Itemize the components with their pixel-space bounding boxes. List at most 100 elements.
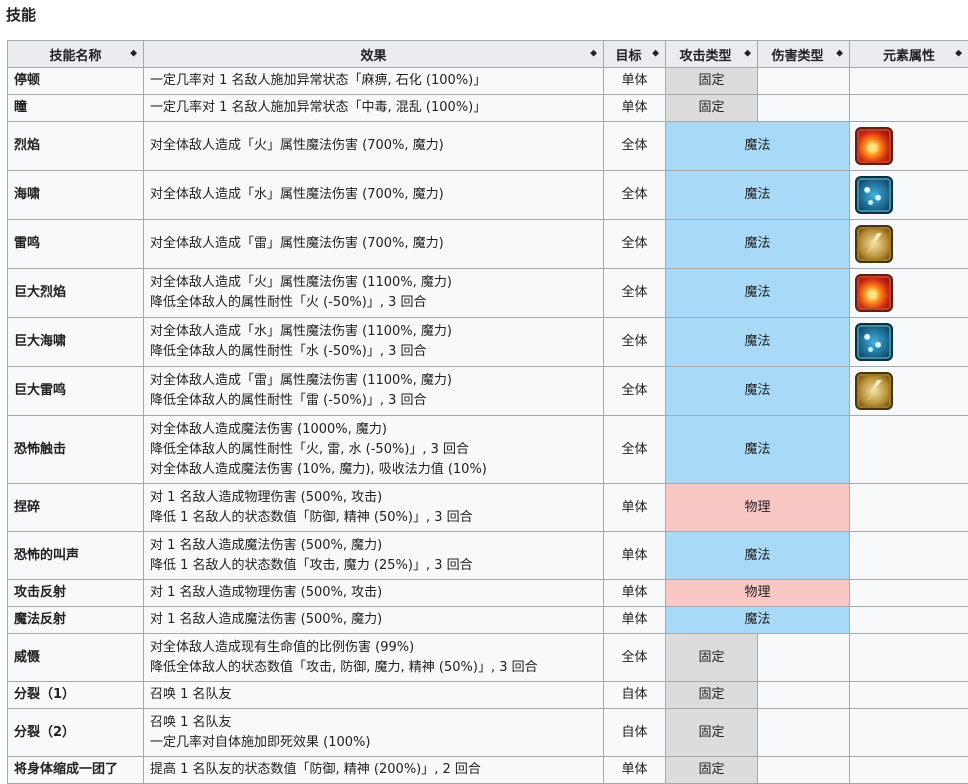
- target-cell: 单体: [603, 579, 666, 607]
- skill-name-cell: 海啸: [7, 170, 144, 220]
- skill-name-cell: 分裂（1）: [7, 681, 144, 709]
- effect-cell: 一定几率对 1 名敌人施加异常状态「中毒, 混乱 (100%)」: [143, 94, 604, 122]
- damage-type-cell: [757, 94, 850, 122]
- section-title: 技能: [6, 6, 37, 24]
- effect-cell: 召唤 1 名队友 一定几率对自体施加即死效果 (100%): [143, 708, 604, 757]
- effect-line: 对全体敌人造成「雷」属性魔法伤害 (1100%, 魔力): [150, 373, 452, 388]
- table-row: 烈焰 对全体敌人造成「火」属性魔法伤害 (700%, 魔力) 全体 魔法: [7, 121, 968, 171]
- effect-line: 对全体敌人造成「水」属性魔法伤害 (700%, 魔力): [150, 187, 444, 202]
- target-cell: 全体: [603, 268, 666, 318]
- effect-line: 提高 1 名队友的状态数值「防御, 精神 (200%)」, 2 回合: [150, 762, 481, 777]
- target-cell: 单体: [603, 67, 666, 95]
- damage-type-cell: [757, 681, 850, 709]
- table-row: 雷鸣 对全体敌人造成「雷」属性魔法伤害 (700%, 魔力) 全体 魔法: [7, 219, 968, 269]
- damage-type-cell: [757, 756, 850, 784]
- sort-icon[interactable]: ◆: [590, 49, 597, 58]
- effect-line: 对 1 名敌人造成物理伤害 (500%, 攻击): [150, 489, 383, 505]
- element-cell: [849, 94, 968, 122]
- target-cell: 全体: [603, 219, 666, 269]
- attack-type-cell: 固定: [665, 633, 758, 682]
- effect-cell: 对全体敌人造成「水」属性魔法伤害 (700%, 魔力): [143, 170, 604, 220]
- skills-table: 技能名称 ◆ 效果 ◆ 目标 ◆ 攻击类型 ◆ 伤害类型 ◆ 元素属性 ◆ 停顿 一定几率对 …: [7, 40, 968, 784]
- target-cell: 全体: [603, 317, 666, 367]
- skill-name-cell: 攻击反射: [7, 579, 144, 607]
- skill-name-cell: 停顿: [7, 67, 144, 95]
- effect-line: 对全体敌人造成「雷」属性魔法伤害 (700%, 魔力): [150, 236, 444, 251]
- effect-line: 降低全体敌人的状态数值「攻击, 防御, 魔力, 精神 (50%)」, 3 回合: [150, 659, 538, 675]
- header-effect[interactable]: 效果 ◆: [143, 40, 604, 68]
- skill-name-cell: 巨大海啸: [7, 317, 144, 367]
- table-row: 停顿 一定几率对 1 名敌人施加异常状态「麻痹, 石化 (100%)」 单体 固定: [7, 67, 968, 95]
- header-target[interactable]: 目标 ◆: [603, 40, 666, 68]
- element-cell: [849, 268, 968, 318]
- effect-line: 对全体敌人造成「火」属性魔法伤害 (1100%, 魔力): [150, 275, 452, 290]
- effect-line: 对全体敌人造成现有生命值的比例伤害 (99%): [150, 639, 415, 655]
- header-skill-name[interactable]: 技能名称 ◆: [7, 40, 144, 68]
- damage-type-cell: 魔法: [665, 606, 850, 634]
- target-cell: 单体: [603, 531, 666, 580]
- element-cell: [849, 756, 968, 784]
- water-icon[interactable]: [855, 176, 893, 214]
- thunder-icon[interactable]: [855, 372, 893, 410]
- fire-icon[interactable]: [855, 274, 893, 312]
- sort-icon[interactable]: ◆: [836, 49, 843, 58]
- effect-cell: 对 1 名敌人造成魔法伤害 (500%, 魔力): [143, 606, 604, 634]
- element-cell: [849, 633, 968, 682]
- damage-type-cell: [757, 67, 850, 95]
- effect-line: 降低 1 名敌人的状态数值「攻击, 魔力 (25%)」, 3 回合: [150, 557, 473, 573]
- header-attack-type[interactable]: 攻击类型 ◆: [665, 40, 758, 68]
- target-cell: 单体: [603, 483, 666, 532]
- table-row: 威慑 对全体敌人造成现有生命值的比例伤害 (99%) 降低全体敌人的状态数值「攻击,…: [7, 633, 968, 682]
- sort-icon[interactable]: ◆: [744, 49, 751, 58]
- damage-type-cell: 魔法: [665, 415, 850, 484]
- effect-line: 对全体敌人造成魔法伤害 (10%, 魔力), 吸收法力值 (10%): [150, 461, 487, 477]
- damage-type-cell: [757, 633, 850, 682]
- header-damage-type[interactable]: 伤害类型 ◆: [757, 40, 850, 68]
- element-cell: [849, 366, 968, 416]
- damage-type-cell: 魔法: [665, 268, 850, 318]
- effect-line: 降低 1 名敌人的状态数值「防御, 精神 (50%)」, 3 回合: [150, 509, 473, 525]
- table-row: 巨大海啸 对全体敌人造成「水」属性魔法伤害 (1100%, 魔力) 降低全体敌人的属…: [7, 317, 968, 367]
- damage-type-cell: 物理: [665, 483, 850, 532]
- effect-line: 对 1 名敌人造成魔法伤害 (500%, 魔力): [150, 612, 383, 627]
- header-element[interactable]: 元素属性 ◆: [849, 40, 968, 68]
- attack-type-cell: 固定: [665, 756, 758, 784]
- skill-name-cell: 分裂（2）: [7, 708, 144, 757]
- sort-icon[interactable]: ◆: [130, 49, 137, 58]
- effect-cell: 对全体敌人造成「雷」属性魔法伤害 (1100%, 魔力) 降低全体敌人的属性耐性「…: [143, 366, 604, 416]
- skill-name-cell: 威慑: [7, 633, 144, 682]
- effect-line: 一定几率对自体施加即死效果 (100%): [150, 734, 371, 750]
- skill-name-cell: 将身体缩成一团了: [7, 756, 144, 784]
- element-cell: [849, 606, 968, 634]
- sort-icon[interactable]: ◆: [652, 49, 659, 58]
- element-cell: [849, 531, 968, 580]
- fire-icon[interactable]: [855, 127, 893, 165]
- effect-line: 降低全体敌人的属性耐性「火 (-50%)」, 3 回合: [150, 295, 427, 310]
- water-icon[interactable]: [855, 323, 893, 361]
- target-cell: 全体: [603, 415, 666, 484]
- damage-type-cell: 魔法: [665, 170, 850, 220]
- table-body: 停顿 一定几率对 1 名敌人施加异常状态「麻痹, 石化 (100%)」 单体 固定瞳一…: [7, 67, 968, 784]
- effect-cell: 召唤 1 名队友: [143, 681, 604, 709]
- table-row: 巨大雷鸣 对全体敌人造成「雷」属性魔法伤害 (1100%, 魔力) 降低全体敌人的属…: [7, 366, 968, 416]
- sort-icon[interactable]: ◆: [955, 49, 962, 58]
- damage-type-cell: 魔法: [665, 531, 850, 580]
- table-row: 魔法反射对 1 名敌人造成魔法伤害 (500%, 魔力) 单体 魔法: [7, 606, 968, 634]
- table-row: 攻击反射对 1 名敌人造成物理伤害 (500%, 攻击) 单体 物理: [7, 579, 968, 607]
- effect-cell: 对 1 名敌人造成魔法伤害 (500%, 魔力) 降低 1 名敌人的状态数值「攻击…: [143, 531, 604, 580]
- table-row: 海啸 对全体敌人造成「水」属性魔法伤害 (700%, 魔力) 全体 魔法: [7, 170, 968, 220]
- effect-line: 对全体敌人造成「火」属性魔法伤害 (700%, 魔力): [150, 138, 444, 153]
- damage-type-cell: 魔法: [665, 121, 850, 171]
- element-cell: [849, 121, 968, 171]
- skill-name-cell: 巨大烈焰: [7, 268, 144, 318]
- thunder-icon[interactable]: [855, 225, 893, 263]
- effect-line: 一定几率对 1 名敌人施加异常状态「中毒, 混乱 (100%)」: [150, 100, 487, 115]
- skill-name-cell: 捏碎: [7, 483, 144, 532]
- element-cell: [849, 170, 968, 220]
- table-row: 巨大烈焰 对全体敌人造成「火」属性魔法伤害 (1100%, 魔力) 降低全体敌人的属…: [7, 268, 968, 318]
- effect-line: 一定几率对 1 名敌人施加异常状态「麻痹, 石化 (100%)」: [150, 73, 487, 88]
- element-cell: [849, 579, 968, 607]
- table-row: 分裂（2） 召唤 1 名队友 一定几率对自体施加即死效果 (100%) 自体 固定: [7, 708, 968, 757]
- element-cell: [849, 415, 968, 484]
- effect-cell: 对全体敌人造成「水」属性魔法伤害 (1100%, 魔力) 降低全体敌人的属性耐性「…: [143, 317, 604, 367]
